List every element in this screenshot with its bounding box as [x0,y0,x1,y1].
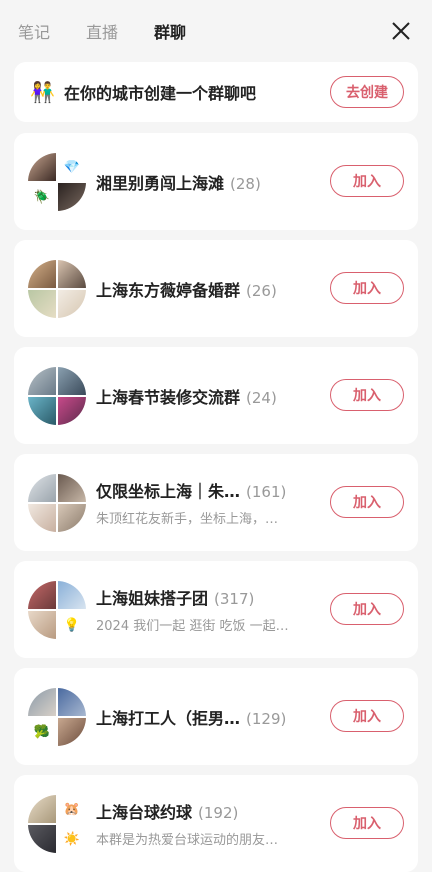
join-button[interactable]: 加入 [330,165,404,197]
group-card[interactable]: 上海东方薇婷备婚群 (26) 加入 [14,240,418,337]
avatar-tile [28,153,56,181]
member-count: (317) [214,590,255,608]
create-group-prompt: 在你的城市创建一个群聊吧 [64,84,257,103]
top-bar: 笔记 直播 群聊 [0,0,432,62]
avatar-tile: 🥦 [28,718,56,746]
avatar-tile: 💡 [58,611,86,639]
avatar-tile [58,581,86,609]
group-description: 本群是为热爱台球运动的朋友… [96,833,279,848]
group-name: 上海春节装修交流群 [96,387,241,407]
group-avatar [28,367,86,425]
avatar-tile [28,474,56,502]
join-button[interactable]: 加入 [330,593,404,625]
join-button[interactable]: 加入 [330,700,404,732]
avatar-tile: ☀️ [58,825,86,853]
avatar-tile [28,290,56,318]
avatar-tile [58,504,86,532]
avatar-tile: 💎 [58,153,86,181]
avatar-tile [28,825,56,853]
group-card[interactable]: 💡 上海姐妹搭子团 (317) 2024 我们一起 逛街 吃饭 一起… 加入 [14,561,418,658]
tab-notes[interactable]: 笔记 [18,19,50,43]
group-name: 上海姐妹搭子团 [96,589,209,608]
avatar-tile [58,474,86,502]
group-name: 上海台球约球 [96,803,193,822]
avatar-tile [28,504,56,532]
tab-group-chat[interactable]: 群聊 [154,19,186,43]
group-name: 湘里别勇闯上海滩 [96,173,225,193]
avatar-tile [28,397,56,425]
avatar-tile [58,718,86,746]
avatar-tile [28,611,56,639]
avatar-tile [28,795,56,823]
group-avatar: 💡 [28,581,86,639]
group-name: 仅限坐标上海｜朱… [96,482,241,501]
avatar-tile: 🐹 [58,795,86,823]
group-avatar: 🥦 [28,688,86,746]
group-card[interactable]: 仅限坐标上海｜朱… (161) 朱顶红花友新手，坐标上海，… 加入 [14,454,418,551]
group-avatar: 💎 🪲 [28,153,86,211]
avatar-tile [28,260,56,288]
member-count: (24) [246,388,277,407]
avatar-tile [28,367,56,395]
join-button[interactable]: 加入 [330,486,404,518]
create-group-card: 👫 在你的城市创建一个群聊吧 去创建 [14,62,418,122]
create-button[interactable]: 去创建 [330,76,404,108]
join-button[interactable]: 加入 [330,379,404,411]
group-name: 上海打工人（拒男… [96,708,241,728]
member-count: (28) [230,174,261,193]
couple-icon: 👫 [30,80,55,104]
member-count: (129) [246,709,287,728]
group-card[interactable]: 上海春节装修交流群 (24) 加入 [14,347,418,444]
member-count: (26) [246,281,277,300]
join-button[interactable]: 加入 [330,272,404,304]
group-avatar: 🐹 ☀️ [28,795,86,853]
avatar-tile: 🪲 [28,183,56,211]
group-description: 朱顶红花友新手，坐标上海，… [96,512,279,527]
member-count: (161) [246,483,287,501]
group-card[interactable]: 🥦 上海打工人（拒男… (129) 加入 [14,668,418,765]
close-icon[interactable] [390,20,412,42]
avatar-tile [58,688,86,716]
avatar-tile [28,688,56,716]
avatar-tile [58,397,86,425]
join-button[interactable]: 加入 [330,807,404,839]
avatar-tile [58,290,86,318]
avatar-tile [58,260,86,288]
group-avatar [28,474,86,532]
group-description: 2024 我们一起 逛街 吃饭 一起… [96,619,289,634]
group-name: 上海东方薇婷备婚群 [96,280,241,300]
group-card[interactable]: 💎 🪲 湘里别勇闯上海滩 (28) 加入 [14,133,418,230]
avatar-tile [58,367,86,395]
avatar-tile [58,183,86,211]
member-count: (192) [198,804,239,822]
group-card[interactable]: 🐹 ☀️ 上海台球约球 (192) 本群是为热爱台球运动的朋友… 加入 [14,775,418,872]
avatar-tile [28,581,56,609]
group-avatar [28,260,86,318]
tab-live[interactable]: 直播 [86,19,118,43]
